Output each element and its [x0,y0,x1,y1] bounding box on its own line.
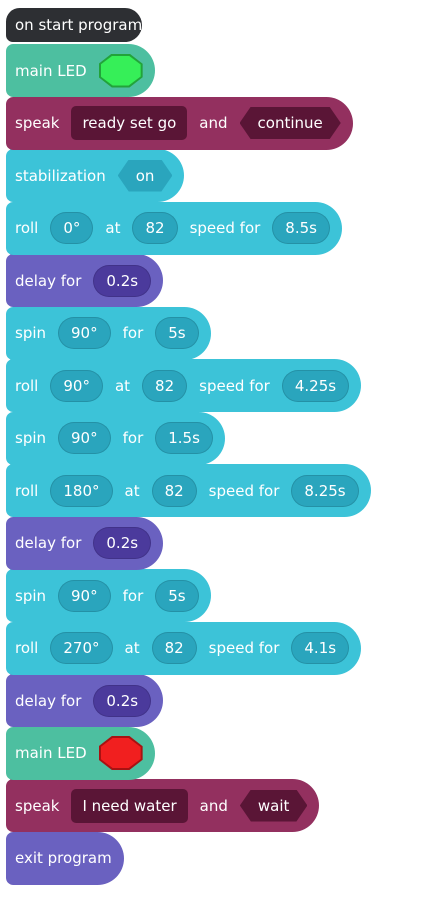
speak2-option-dropdown[interactable]: wait [240,790,308,822]
led1-label: main LED [15,61,87,80]
roll1-value-field[interactable]: 82 [132,212,178,244]
exit-label: exit program [15,849,112,867]
on-start-program-label: on start program [15,16,143,34]
spin3-value-field[interactable]: 90° [58,579,111,612]
roll2-value-field[interactable]: 82 [142,369,188,402]
delay3-block[interactable]: delay for 0.2s [6,674,164,727]
spin1-value-field[interactable]: 90° [58,317,111,349]
roll1-block[interactable]: roll 0° at 82 speed for 8.5s [6,201,342,255]
spin3-label: for [122,586,144,605]
led2-label: main LED [15,744,87,762]
spin1-label: for [122,324,144,342]
roll3-label: at [124,481,140,500]
spin1-label: spin [15,324,47,342]
led1-block[interactable]: main LED [6,44,155,97]
roll3-block[interactable]: roll 180° at 82 speed for 8.25s [6,464,371,517]
speak2-label: and [199,796,228,815]
roll2-label: at [114,376,131,395]
speak2-block[interactable]: speak I need water and wait [6,779,320,832]
roll4-label: speed for [208,639,280,657]
speak1-label: speak [15,114,60,132]
stab-block[interactable]: stabilization on [6,149,185,202]
led-color-fill [100,738,141,768]
on-start-program-block[interactable]: on start program [6,8,142,42]
roll1-label: roll [15,219,39,237]
spin3-value-field[interactable]: 5s [155,579,199,612]
spin3-label: spin [15,586,47,605]
red-led-swatch-icon[interactable] [98,736,143,770]
spin2-label: for [122,429,144,447]
roll1-value-field[interactable]: 8.5s [272,212,330,244]
speak2-text-field[interactable]: I need water [71,788,188,823]
roll2-label: roll [15,376,39,395]
delay1-value-field[interactable]: 0.2s [93,264,152,297]
roll4-value-field[interactable]: 4.1s [291,632,350,664]
delay2-label: delay for [15,534,82,552]
speak1-block[interactable]: speak ready set go and continue [6,96,353,150]
speak1-option-dropdown[interactable]: continue [240,107,341,139]
roll1-label: speed for [189,219,261,237]
spin1-value-field[interactable]: 5s [155,317,199,349]
delay3-value-field[interactable]: 0.2s [93,684,152,717]
roll4-value-field[interactable]: 82 [151,632,197,664]
led-color-fill [100,55,141,86]
speak1-text-field[interactable]: ready set go [71,106,188,140]
roll2-block[interactable]: roll 90° at 82 speed for 4.25s [6,359,362,412]
spin1-block[interactable]: spin 90° for 5s [6,306,211,360]
stab-label: stabilization [15,166,106,185]
roll4-block[interactable]: roll 270° at 82 speed for 4.1s [6,621,362,675]
delay1-block[interactable]: delay for 0.2s [6,254,164,307]
roll3-label: roll [15,481,39,500]
stab-option-dropdown[interactable]: on [118,160,173,192]
delay2-block[interactable]: delay for 0.2s [6,516,164,570]
roll3-value-field[interactable]: 180° [50,474,113,507]
spin2-label: spin [15,429,47,447]
roll2-value-field[interactable]: 4.25s [281,369,350,402]
delay1-label: delay for [15,271,82,290]
roll4-label: roll [15,639,39,657]
roll1-label: at [105,219,121,237]
roll4-value-field[interactable]: 270° [50,632,113,664]
roll3-value-field[interactable]: 8.25s [291,474,359,507]
roll1-value-field[interactable]: 0° [50,212,94,244]
exit-block[interactable]: exit program [6,831,124,885]
roll2-value-field[interactable]: 90° [50,369,103,402]
delay3-label: delay for [15,691,82,710]
roll3-value-field[interactable]: 82 [151,474,197,507]
spin3-block[interactable]: spin 90° for 5s [6,569,211,622]
spin2-block[interactable]: spin 90° for 1.5s [6,411,225,465]
delay2-value-field[interactable]: 0.2s [93,527,152,559]
spin2-value-field[interactable]: 1.5s [155,422,213,454]
roll3-label: speed for [208,481,280,500]
green-led-swatch-icon[interactable] [98,53,143,88]
speak1-label: and [199,114,228,132]
spin2-value-field[interactable]: 90° [58,422,111,454]
roll2-label: speed for [199,376,270,395]
roll4-label: at [124,639,140,657]
speak2-label: speak [15,796,60,815]
led2-block[interactable]: main LED [6,726,155,780]
